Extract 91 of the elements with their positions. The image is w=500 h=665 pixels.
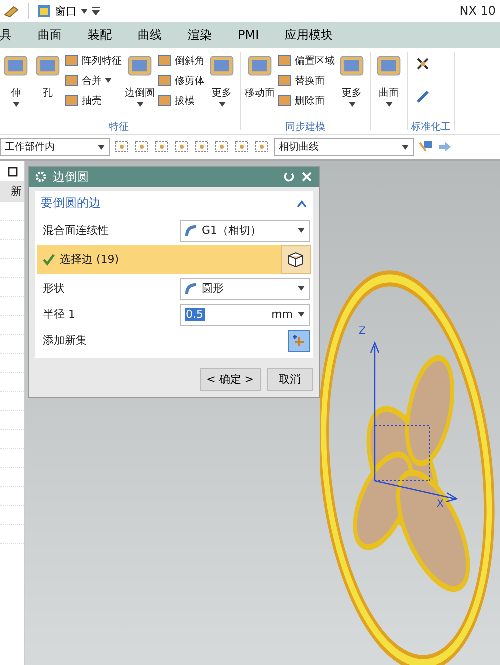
dialog-button[interactable]: 取消 [267,368,313,391]
menu-tab[interactable]: 渲染 [176,26,224,44]
option-dropdown[interactable]: G1（相切） [180,220,310,242]
selection-tool-icon[interactable] [134,139,150,155]
ribbon-button[interactable]: 修剪体 [158,72,205,89]
column-header: 新 [0,181,24,202]
group-label: 特征 [108,120,130,134]
window-menu[interactable]: 窗口 [55,4,77,18]
reset-icon[interactable] [283,171,295,183]
caret-icon [98,144,105,150]
add-set-button[interactable] [288,330,310,352]
caret-icon [136,102,144,107]
axis-label: X [437,499,444,510]
ribbon-button[interactable]: 阵列特征 [65,52,122,69]
caret-icon [348,102,356,107]
tool-icon [278,54,292,68]
menu-tab[interactable]: PMI [226,28,272,42]
customize-icon[interactable] [92,7,100,15]
menu-tab[interactable]: 应用模块 [273,26,346,44]
caret-icon[interactable] [81,8,88,14]
cube-icon [287,250,305,268]
field-label: 半径 1 [43,307,76,322]
ribbon-button[interactable]: 替换面 [278,72,335,89]
tool-icon [65,74,79,88]
ribbon-button[interactable]: 拔模 [158,92,205,109]
caret-icon [298,228,305,233]
maximize-icon[interactable] [8,167,18,177]
blend-icon [185,224,197,236]
menu-tab[interactable]: 曲线 [126,26,174,44]
field-label: 形状 [43,281,66,296]
app-title: NX 10 [460,4,496,18]
tool-icon [158,54,172,68]
checkmark-icon [43,254,55,266]
ribbon-button[interactable]: 抽壳 [65,92,122,109]
close-icon[interactable] [301,171,313,183]
tool-icon [278,94,292,108]
caret-icon [298,286,305,291]
menu-tab[interactable]: 装配 [76,26,124,44]
ribbon-button[interactable]: 删除面 [278,92,335,109]
selection-tool-icon[interactable] [234,139,250,155]
dialog-title: 边倒圆 [53,168,89,186]
dialog-button[interactable]: < 确定 > [200,368,261,391]
ribbon-button[interactable]: 移动面 [244,50,276,120]
menu-tab[interactable]: 曲面 [26,26,74,44]
ribbon-button[interactable]: 倒斜角 [158,52,205,69]
menu-tab[interactable]: 具 [0,26,24,44]
ribbon-button[interactable]: 曲面 [374,50,404,120]
tool-icon [158,74,172,88]
select-button[interactable] [281,245,311,274]
ribbon-button[interactable]: 更多 [337,50,367,120]
curve-rule-dropdown[interactable]: 相切曲线 [274,138,414,156]
nodes-icon[interactable] [415,56,431,72]
tool-icon [278,74,292,88]
gear-icon [35,171,47,183]
field-label: 混合面连续性 [43,223,110,238]
ribbon-button[interactable]: 更多 [207,50,237,120]
ribbon-button[interactable]: 边倒圆 [124,50,156,120]
filter-dropdown[interactable]: 工作部件内 [0,138,110,156]
section-title: 要倒圆的边 [41,195,101,212]
group-label: 标准化工 [411,120,451,134]
caret-icon [218,102,226,107]
caret-icon [402,144,409,150]
tool-icon [158,94,172,108]
caret-icon [298,312,305,317]
tool-icon [65,94,79,108]
ribbon-button[interactable]: 偏置区域 [278,52,335,69]
option-dropdown[interactable]: 圆形 [180,278,310,300]
ribbon-button[interactable]: 合并 [65,72,122,89]
selection-tool-icon[interactable] [254,139,270,155]
collapse-icon[interactable] [297,200,307,208]
field-label: 添加新集 [43,333,88,348]
caret-icon [12,102,20,107]
select-edge-row[interactable]: 选择边 (19) [37,245,281,274]
group-label: 同步建模 [284,120,326,134]
ribbon-button[interactable]: 孔 [33,50,63,120]
radius-input[interactable]: 0.5 mm [180,304,310,326]
selection-tool-icon[interactable] [114,139,130,155]
selection-tool-icon[interactable] [194,139,210,155]
selection-tool-icon[interactable] [154,139,170,155]
ribbon-button[interactable]: 伸 [1,50,31,120]
selection-tool-icon[interactable] [214,139,230,155]
selection-tool-icon[interactable] [174,139,190,155]
caret-icon [105,78,112,83]
add-icon [292,334,306,348]
blend-icon [185,282,197,294]
tool-icon [65,54,79,68]
caret-icon [386,102,392,107]
axis-label: Z [359,326,366,337]
arrow-right-icon[interactable] [438,140,452,154]
window-icon [37,4,51,18]
brush-icon[interactable] [4,4,20,18]
